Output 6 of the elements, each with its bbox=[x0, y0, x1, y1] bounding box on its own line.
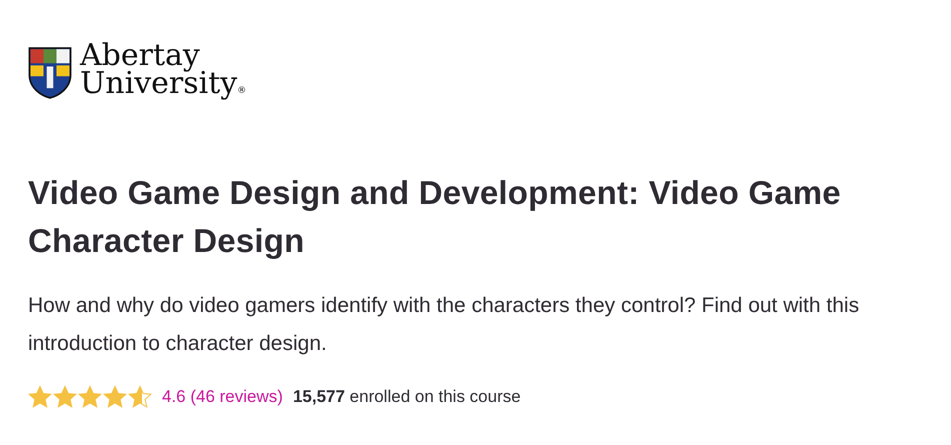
crest-icon bbox=[28, 47, 72, 99]
reviews-link[interactable]: 4.6 (46 reviews) bbox=[162, 387, 283, 407]
course-description: How and why do video gamers identify with the characters they control? Find out with this introduction to character design. bbox=[28, 293, 860, 357]
enrolled-count: 15,577 enrolled on this course bbox=[292, 387, 521, 407]
registered-mark: ® bbox=[237, 86, 246, 96]
course-title: Video Game Design and Development: Video Game Character Design bbox=[28, 173, 842, 261]
